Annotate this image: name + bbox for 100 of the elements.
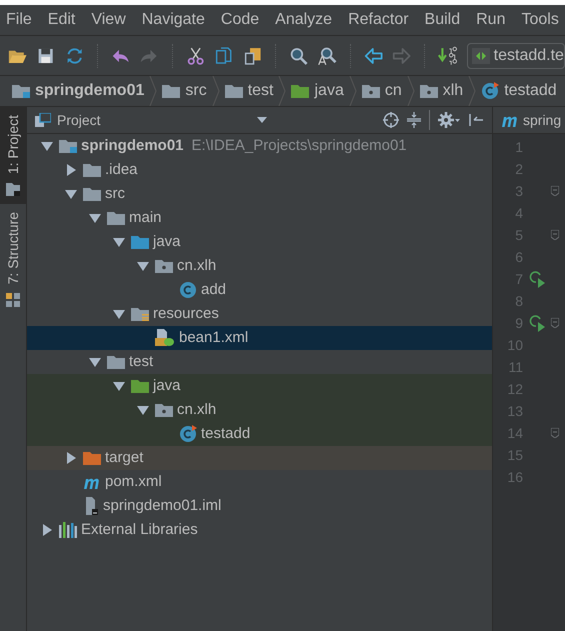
settings-icon[interactable]	[438, 112, 460, 128]
folder-icon	[83, 451, 101, 465]
chevron-icon	[212, 76, 220, 106]
tree-item-label: External Libraries	[81, 520, 198, 540]
folder-icon	[291, 84, 310, 98]
collapse-arrow-icon[interactable]	[41, 140, 53, 152]
chevron-icon	[348, 76, 357, 106]
folder-icon	[107, 211, 125, 225]
breadcrumb[interactable]: springdemo01	[12, 79, 144, 103]
expand-arrow-icon[interactable]	[41, 524, 53, 536]
side-tab[interactable]: 1: Project	[0, 107, 26, 204]
tree-item-label: src	[105, 184, 125, 204]
tree-row[interactable]: testadd	[27, 422, 492, 446]
hide-panel-icon[interactable]	[468, 112, 484, 128]
tree-row[interactable]: main	[27, 206, 492, 230]
tree-row[interactable]: .idea	[27, 158, 492, 182]
structure-icon	[6, 292, 20, 307]
menu-item[interactable]: Build	[424, 8, 460, 32]
tree-row[interactable]: test	[27, 350, 492, 374]
tree-row[interactable]: target	[27, 446, 492, 470]
menu-item[interactable]: Analyze	[275, 8, 332, 32]
package-icon	[155, 403, 173, 417]
folder-icon	[162, 84, 180, 98]
tree-item-path: E:\IDEA_Projects\springdemo01	[192, 136, 407, 156]
expand-arrow-icon[interactable]	[65, 452, 77, 464]
chevron-icon	[406, 76, 415, 106]
collapse-all-icon[interactable]	[407, 112, 421, 128]
package-icon	[155, 259, 173, 273]
tree-row[interactable]: bean1.xml	[27, 326, 492, 350]
fold-marker-icon[interactable]	[551, 186, 559, 196]
fold-marker-icon[interactable]	[551, 230, 559, 240]
run-gutter-icon[interactable]	[528, 314, 546, 332]
menu-item[interactable]: Edit	[48, 8, 76, 32]
tree-item-label: target	[105, 448, 144, 468]
chevron-icon	[278, 76, 286, 106]
menu-item[interactable]: Run	[476, 8, 506, 32]
breadcrumb[interactable]: java	[291, 79, 344, 103]
tree-row[interactable]: External Libraries	[27, 518, 492, 542]
libraries-icon	[59, 522, 77, 538]
class-icon	[481, 82, 500, 100]
folder-icon	[131, 235, 149, 249]
tree-item-label: cn.xlh	[177, 256, 216, 276]
run-configuration-dropdown[interactable]: testadd.te	[466, 42, 565, 68]
folder-icon	[6, 182, 20, 196]
folder-icon	[83, 163, 101, 177]
build-icon[interactable]	[438, 44, 458, 66]
tree-row[interactable]: java	[27, 374, 492, 398]
tree-row[interactable]: springdemo01.iml	[27, 494, 492, 518]
menu-item[interactable]: File	[6, 8, 32, 32]
menu-item[interactable]: Navigate	[142, 8, 205, 32]
tree-row[interactable]: resources	[27, 302, 492, 326]
expand-arrow-icon[interactable]	[65, 164, 77, 176]
tree-item-label: testadd	[201, 424, 250, 444]
project-view-dropdown[interactable]: Project	[57, 110, 267, 130]
breadcrumb[interactable]: testadd	[481, 79, 557, 103]
menu-item[interactable]: Refactor	[348, 8, 409, 32]
resources-folder-icon	[131, 307, 149, 321]
fold-marker-icon[interactable]	[551, 428, 559, 438]
collapse-arrow-icon[interactable]	[113, 380, 125, 392]
tree-item-label: add	[201, 280, 226, 300]
copy-icon[interactable]	[214, 44, 234, 66]
collapse-arrow-icon[interactable]	[137, 260, 149, 272]
tree-row[interactable]: pom.xml	[27, 470, 492, 494]
module-folder-icon	[59, 139, 77, 153]
breadcrumb[interactable]: src	[162, 79, 207, 103]
collapse-arrow-icon[interactable]	[89, 356, 101, 368]
menu-item[interactable]: View	[91, 8, 126, 32]
breadcrumb[interactable]: cn	[362, 79, 402, 103]
tree-row[interactable]: cn.xlh	[27, 398, 492, 422]
menu-item[interactable]: Tools	[521, 8, 559, 32]
package-icon	[420, 84, 438, 98]
locate-icon[interactable]	[383, 112, 399, 128]
replace-icon[interactable]	[317, 44, 337, 66]
fold-marker-icon[interactable]	[551, 318, 559, 328]
tree-item-label: test	[129, 352, 154, 372]
package-icon	[362, 84, 380, 98]
tree-row[interactable]: add	[27, 278, 492, 302]
tree-row[interactable]: springdemo01 E:\IDEA_Projects\springdemo01	[27, 134, 492, 158]
run-gutter-icon[interactable]	[528, 270, 546, 288]
tree-item-label: bean1.xml	[179, 328, 248, 348]
breadcrumb[interactable]: test	[224, 79, 274, 103]
tree-item-label: cn.xlh	[177, 400, 216, 420]
module-folder-icon	[12, 84, 30, 98]
breadcrumb[interactable]: xlh	[420, 79, 464, 103]
collapse-arrow-icon[interactable]	[89, 212, 101, 224]
editor-tab[interactable]: spring	[493, 107, 565, 134]
tree-row[interactable]: java	[27, 230, 492, 254]
collapse-arrow-icon[interactable]	[113, 236, 125, 248]
collapse-arrow-icon[interactable]	[113, 308, 125, 320]
collapse-arrow-icon[interactable]	[65, 188, 77, 200]
file-icon	[83, 497, 99, 515]
tree-row[interactable]: cn.xlh	[27, 254, 492, 278]
tree-item-label: java	[153, 376, 181, 396]
menu-item[interactable]: Code	[220, 8, 260, 32]
side-tab[interactable]: 7: Structure	[0, 204, 26, 315]
run-config-icon	[472, 48, 490, 64]
chevron-icon	[468, 76, 476, 106]
tree-row[interactable]: src	[27, 182, 492, 206]
tree-item-label: .idea	[105, 160, 138, 180]
collapse-arrow-icon[interactable]	[137, 404, 149, 416]
